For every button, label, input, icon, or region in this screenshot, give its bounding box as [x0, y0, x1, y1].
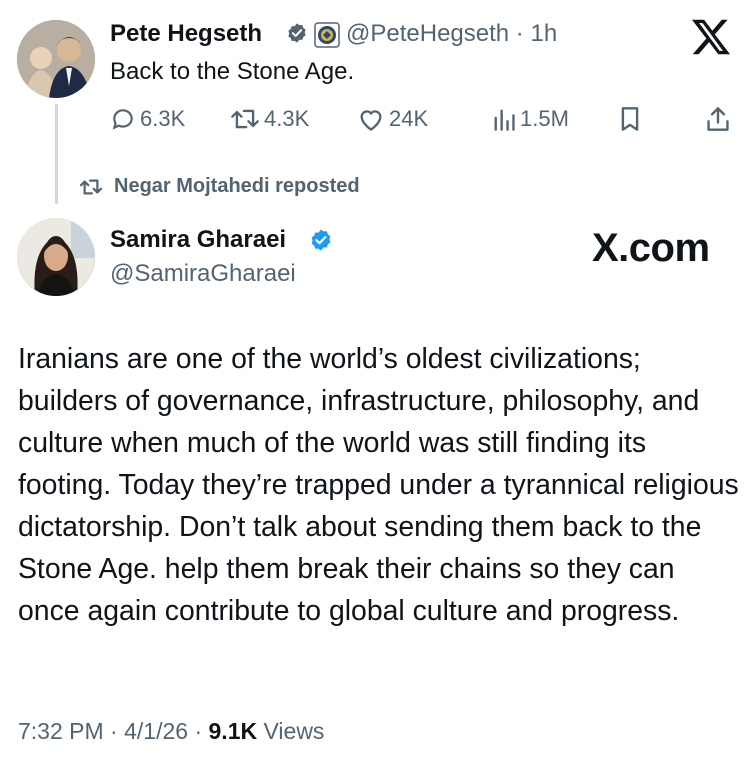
- post-time: 1h: [530, 20, 558, 47]
- tweet-text: Back to the Stone Age.: [110, 58, 355, 85]
- separator-dot: ·: [194, 718, 203, 744]
- views-label: Views: [263, 718, 325, 744]
- avatar-samira-gharaei[interactable]: [17, 218, 95, 296]
- heart-icon: [360, 110, 382, 131]
- reply-count: 6.3K: [140, 106, 186, 131]
- thread-line: [55, 104, 58, 204]
- separator-dot: ·: [515, 20, 524, 47]
- repost-count: 4.3K: [264, 106, 310, 131]
- repost-icon: [79, 179, 103, 194]
- like-button[interactable]: 24K: [357, 104, 428, 134]
- like-count: 24K: [389, 106, 429, 131]
- reply-button[interactable]: 6.3K: [110, 104, 185, 134]
- author-handle-and-time[interactable]: @PeteHegseth · 1h: [346, 20, 557, 48]
- tweet-text: Iranians are one of the world’s oldest c…: [18, 343, 739, 627]
- government-seal-icon: [314, 22, 340, 53]
- verified-badge-icon: [309, 228, 333, 257]
- bookmark-icon: [621, 107, 639, 131]
- x-logo-icon[interactable]: [690, 18, 732, 61]
- author-handle[interactable]: @SamiraGharaei: [110, 260, 296, 288]
- views-chart-icon: [494, 109, 515, 131]
- post-time[interactable]: 7:32 PM: [18, 718, 104, 744]
- repost-icon: [231, 109, 259, 129]
- verified-badge-icon: [286, 22, 308, 49]
- share-icon: [707, 107, 729, 131]
- repost-indicator[interactable]: Negar Mojtahedi reposted: [78, 175, 360, 198]
- repost-button[interactable]: 4.3K: [230, 104, 309, 134]
- views-button[interactable]: 1.5M: [492, 104, 569, 134]
- separator-dot: ·: [110, 718, 118, 744]
- author-handle: @PeteHegseth: [346, 20, 510, 47]
- repost-label: Negar Mojtahedi reposted: [114, 175, 360, 197]
- avatar-photo: [17, 20, 95, 98]
- avatar-pete-hegseth[interactable]: [17, 20, 95, 98]
- post-date[interactable]: 4/1/26: [124, 718, 188, 744]
- views-count: 1.5M: [520, 106, 569, 131]
- tweet-meta: 7:32 PM · 4/1/26 · 9.1K Views: [18, 718, 324, 745]
- author-name[interactable]: Pete Hegseth: [110, 20, 262, 48]
- xcom-logo: X.com: [592, 226, 710, 270]
- avatar-photo: [17, 218, 95, 296]
- reply-icon: [112, 109, 133, 130]
- views-count: 9.1K: [208, 718, 258, 744]
- share-button[interactable]: [706, 104, 730, 134]
- author-name[interactable]: Samira Gharaei: [110, 226, 286, 254]
- bookmark-button[interactable]: [619, 104, 641, 134]
